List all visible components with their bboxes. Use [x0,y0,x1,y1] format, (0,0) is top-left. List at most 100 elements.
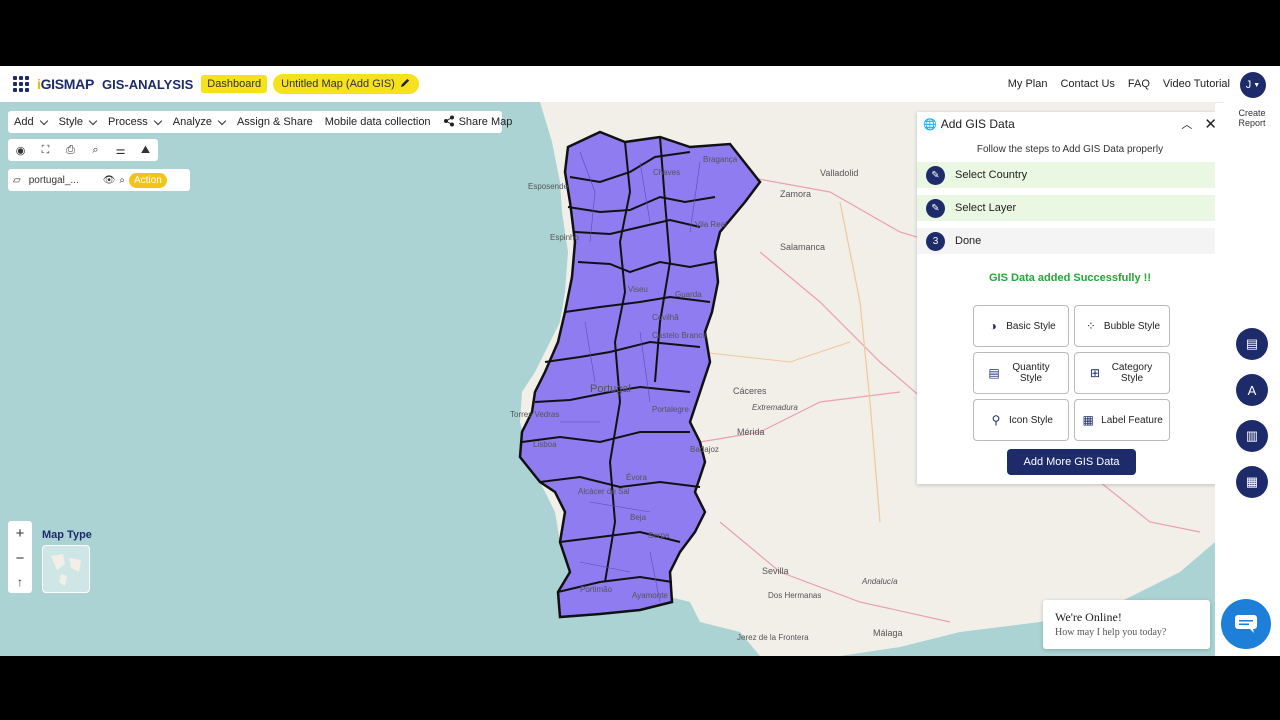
add-more-gis-data-button[interactable]: Add More GIS Data [1007,449,1136,475]
close-icon[interactable]: ✕ [1204,115,1215,133]
visibility-eye-icon[interactable]: 👁 [103,175,116,186]
app-window: i GISMAP GIS-ANALYSIS Dashboard Untitled … [0,66,1280,656]
chevron-down-icon [88,116,98,125]
map-label: Viseu [628,285,648,294]
map-label: Cáceres [733,386,767,396]
chat-status: We're Online! [1055,610,1122,624]
menu-style[interactable]: Style [53,116,102,128]
menu-analyze-label: Analyze [172,116,212,128]
locate-icon[interactable]: ◉ [8,144,33,157]
menu-share-map-label: Share Map [458,116,513,128]
table-icon[interactable]: ▦ [1236,466,1268,498]
bubble-style-button[interactable]: ⁘ Bubble Style [1074,305,1170,347]
map-label: Badajoz [690,445,719,454]
map-label: Portalegre [652,405,689,414]
map-label: Zamora [780,189,811,199]
map-type-thumbnail[interactable] [42,545,90,593]
document-icon[interactable]: ▤ [1236,328,1268,360]
layer-action-button[interactable]: Action [129,172,167,188]
basic-style-icon: ◑ [989,318,997,333]
menu-process[interactable]: Process [102,116,167,128]
measure-icon[interactable]: ⚌ [108,144,133,157]
map-label: Bragança [703,155,738,164]
map-label: Évora [626,473,647,482]
zoom-out-button[interactable]: − [16,550,25,567]
create-report-button[interactable]: Create Report [1228,108,1276,128]
layers-icon[interactable]: ⛰ [133,144,158,157]
search-icon[interactable]: ⌕ [83,144,108,157]
map-label: Serpa [648,531,670,540]
map-canvas[interactable]: Esposende Espinho Chaves Bragança Vila R… [0,102,1215,656]
map-label: Chaves [653,168,680,177]
top-links: My Plan Contact Us FAQ Video Tutorial [1008,66,1230,102]
map-label: Covilhã [652,313,679,322]
basic-style-button[interactable]: ◑ Basic Style [973,305,1069,347]
map-pin-icon: ⚲ [991,412,1001,427]
chat-bubble-icon[interactable] [1221,599,1271,649]
dashboard-button[interactable]: Dashboard [201,75,268,93]
header-bar: i GISMAP GIS-ANALYSIS Dashboard Untitled … [0,66,1280,103]
chevron-down-icon: ▼ [1253,81,1261,89]
chevron-down-icon [153,116,163,125]
quantity-style-button[interactable]: ▤ Quantity Style [973,352,1069,394]
share-icon [443,115,455,130]
map-label: Esposende [528,182,569,191]
apps-grid-icon[interactable] [13,76,29,92]
step-number: 3 [926,231,945,251]
map-label: Vila Real [695,220,727,229]
menu-add[interactable]: Add [8,116,53,128]
map-label: Sevilla [762,566,789,576]
chat-popup[interactable]: We're Online! How may I help you today? [1043,600,1210,649]
style-options: ◑ Basic Style ⁘ Bubble Style ▤ Quantity Sty… [973,305,1173,441]
map-type-label: Map Type [42,529,92,541]
quantity-style-label: Quantity Style [1012,362,1050,384]
video-tutorial-link[interactable]: Video Tutorial [1163,78,1230,90]
map-title-button[interactable]: Untitled Map (Add GIS) [273,74,419,94]
pencil-icon[interactable] [400,77,411,91]
fullscreen-icon[interactable]: ⛶ [33,144,58,157]
right-sidebar: Create Report ▤ A ▥ ▦ [1224,102,1280,656]
faq-link[interactable]: FAQ [1128,78,1150,90]
map-label: Jerez de la Frontera [737,633,809,642]
map-label: Andalucía [861,577,898,586]
layer-name[interactable]: portugal_... [29,175,99,186]
globe-icon: 🌐 [923,118,937,131]
logo-text: GISMAP [40,76,95,92]
contact-us-link[interactable]: Contact Us [1060,78,1114,90]
gismap-logo[interactable]: i GISMAP [37,76,94,92]
layer-item: ▱ portugal_... 👁 ⌕ Action [8,169,190,191]
menu-analyze[interactable]: Analyze [167,116,231,128]
menu-add-label: Add [14,116,34,128]
menu-share-map[interactable]: Share Map [437,115,519,130]
menu-mobile-data-label: Mobile data collection [324,116,431,128]
my-plan-link[interactable]: My Plan [1008,78,1048,90]
step-done[interactable]: 3 Done [917,228,1215,254]
icon-style-button[interactable]: ⚲ Icon Style [973,399,1069,441]
basic-style-label: Basic Style [1006,320,1056,332]
panel-title: Add GIS Data [940,117,1015,131]
label-feature-label: Label Feature [1101,414,1163,426]
north-arrow-icon[interactable]: ↑ [17,575,23,589]
menu-assign-share[interactable]: Assign & Share [231,116,319,128]
step-select-country[interactable]: ✎ Select Country [917,162,1215,188]
chevron-down-icon [217,116,227,125]
step-select-layer[interactable]: ✎ Select Layer [917,195,1215,221]
map-title: Untitled Map (Add GIS) [281,78,395,90]
user-avatar[interactable]: J ▼ [1240,72,1266,98]
main-menu: Add Style Process Analyze Assign & Share… [8,111,512,133]
panel-header: 🌐 Add GIS Data ︿ ✕ [917,112,1215,136]
category-style-button[interactable]: ⊞ Category Style [1074,352,1170,394]
zoom-in-button[interactable]: + [16,525,25,542]
map-label: Castelo Branco [652,331,707,340]
map-toolbar: ◉ ⛶ ⎙ ⌕ ⚌ ⛰ [8,139,158,161]
print-icon[interactable]: ⎙ [58,144,83,157]
category-style-label: Category Style [1111,362,1153,384]
collapse-chevron-icon[interactable]: ︿ [1181,116,1192,132]
label-feature-button[interactable]: ▦ Label Feature [1074,399,1170,441]
chart-icon[interactable]: ▥ [1236,420,1268,452]
menu-mobile-data[interactable]: Mobile data collection [319,116,437,128]
zoom-to-layer-icon[interactable]: ⌕ [119,175,125,186]
text-style-icon[interactable]: A [1236,374,1268,406]
map-label: Espinho [550,233,579,242]
layer-type-icon: ▱ [13,174,21,186]
